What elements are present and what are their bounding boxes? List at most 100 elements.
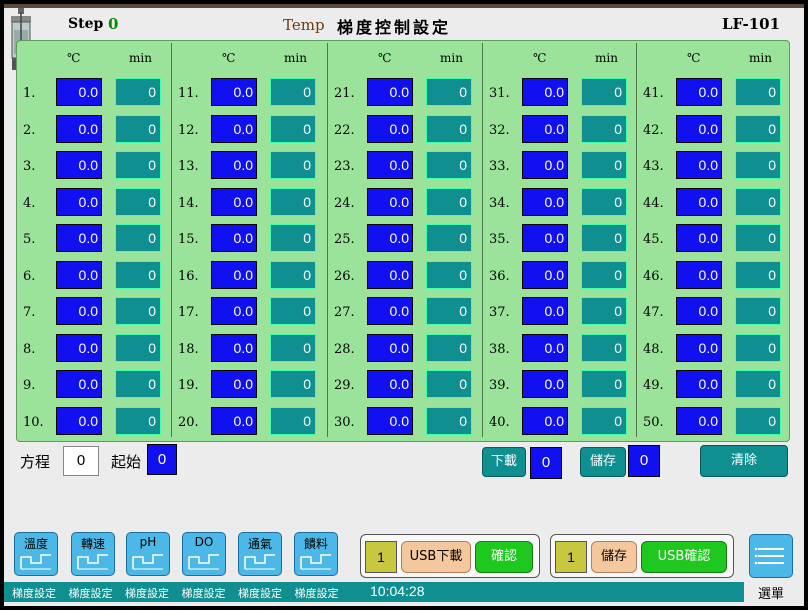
temperature-input[interactable]: 0.0 bbox=[522, 188, 568, 216]
temperature-input[interactable]: 0.0 bbox=[676, 407, 722, 435]
temperature-input[interactable]: 0.0 bbox=[367, 407, 413, 435]
minutes-input[interactable]: 0 bbox=[270, 78, 316, 106]
minutes-input[interactable]: 0 bbox=[735, 407, 781, 435]
temperature-input[interactable]: 0.0 bbox=[56, 334, 102, 362]
temperature-input[interactable]: 0.0 bbox=[522, 261, 568, 289]
minutes-input[interactable]: 0 bbox=[426, 224, 472, 252]
temperature-input[interactable]: 0.0 bbox=[676, 261, 722, 289]
temperature-input[interactable]: 0.0 bbox=[56, 78, 102, 106]
temperature-input[interactable]: 0.0 bbox=[367, 151, 413, 179]
minutes-input[interactable]: 0 bbox=[581, 151, 627, 179]
minutes-input[interactable]: 0 bbox=[581, 188, 627, 216]
temperature-input[interactable]: 0.0 bbox=[211, 407, 257, 435]
status-item[interactable]: 梯度設定 bbox=[295, 585, 339, 601]
minutes-input[interactable]: 0 bbox=[115, 407, 161, 435]
minutes-input[interactable]: 0 bbox=[581, 261, 627, 289]
minutes-input[interactable]: 0 bbox=[270, 261, 316, 289]
minutes-input[interactable]: 0 bbox=[581, 407, 627, 435]
temperature-input[interactable]: 0.0 bbox=[367, 297, 413, 325]
temperature-input[interactable]: 0.0 bbox=[211, 115, 257, 143]
minutes-input[interactable]: 0 bbox=[581, 297, 627, 325]
minutes-input[interactable]: 0 bbox=[115, 370, 161, 398]
temperature-input[interactable]: 0.0 bbox=[211, 297, 257, 325]
usb-download-button[interactable]: USB下載 bbox=[401, 541, 471, 573]
status-item[interactable]: 梯度設定 bbox=[125, 585, 169, 601]
minutes-input[interactable]: 0 bbox=[115, 224, 161, 252]
temperature-input[interactable]: 0.0 bbox=[676, 151, 722, 179]
minutes-input[interactable]: 0 bbox=[581, 370, 627, 398]
save-button[interactable]: 儲存 bbox=[580, 447, 626, 477]
minutes-input[interactable]: 0 bbox=[735, 370, 781, 398]
temperature-input[interactable]: 0.0 bbox=[522, 151, 568, 179]
minutes-input[interactable]: 0 bbox=[115, 297, 161, 325]
temperature-input[interactable]: 0.0 bbox=[522, 78, 568, 106]
nav-button-0[interactable]: 溫度 bbox=[14, 532, 58, 576]
minutes-input[interactable]: 0 bbox=[581, 334, 627, 362]
save-value[interactable]: 0 bbox=[628, 445, 660, 477]
nav-button-3[interactable]: DO bbox=[182, 532, 226, 576]
status-item[interactable]: 梯度設定 bbox=[69, 585, 113, 601]
minutes-input[interactable]: 0 bbox=[581, 115, 627, 143]
temperature-input[interactable]: 0.0 bbox=[676, 115, 722, 143]
minutes-input[interactable]: 0 bbox=[426, 115, 472, 143]
minutes-input[interactable]: 0 bbox=[270, 151, 316, 179]
usb-save-button[interactable]: 儲存 bbox=[591, 541, 637, 573]
minutes-input[interactable]: 0 bbox=[735, 297, 781, 325]
minutes-input[interactable]: 0 bbox=[581, 224, 627, 252]
temperature-input[interactable]: 0.0 bbox=[56, 224, 102, 252]
usb-download-number[interactable]: 1 bbox=[365, 541, 397, 573]
equation-input[interactable]: 0 bbox=[63, 446, 99, 476]
temperature-input[interactable]: 0.0 bbox=[211, 334, 257, 362]
temperature-input[interactable]: 0.0 bbox=[56, 407, 102, 435]
minutes-input[interactable]: 0 bbox=[735, 261, 781, 289]
temperature-input[interactable]: 0.0 bbox=[522, 224, 568, 252]
temperature-input[interactable]: 0.0 bbox=[522, 115, 568, 143]
temperature-input[interactable]: 0.0 bbox=[211, 151, 257, 179]
minutes-input[interactable]: 0 bbox=[426, 334, 472, 362]
temperature-input[interactable]: 0.0 bbox=[676, 297, 722, 325]
menu-button[interactable] bbox=[749, 534, 793, 578]
minutes-input[interactable]: 0 bbox=[735, 188, 781, 216]
minutes-input[interactable]: 0 bbox=[735, 334, 781, 362]
minutes-input[interactable]: 0 bbox=[735, 115, 781, 143]
minutes-input[interactable]: 0 bbox=[270, 297, 316, 325]
minutes-input[interactable]: 0 bbox=[735, 151, 781, 179]
minutes-input[interactable]: 0 bbox=[426, 370, 472, 398]
temperature-input[interactable]: 0.0 bbox=[367, 188, 413, 216]
usb-save-number[interactable]: 1 bbox=[555, 541, 587, 573]
temperature-input[interactable]: 0.0 bbox=[676, 78, 722, 106]
temperature-input[interactable]: 0.0 bbox=[676, 224, 722, 252]
temperature-input[interactable]: 0.0 bbox=[56, 188, 102, 216]
status-item[interactable]: 梯度設定 bbox=[238, 585, 282, 601]
usb-confirm-button[interactable]: USB確認 bbox=[641, 541, 727, 573]
minutes-input[interactable]: 0 bbox=[270, 224, 316, 252]
minutes-input[interactable]: 0 bbox=[270, 370, 316, 398]
temperature-input[interactable]: 0.0 bbox=[522, 334, 568, 362]
status-item[interactable]: 梯度設定 bbox=[182, 585, 226, 601]
temperature-input[interactable]: 0.0 bbox=[56, 297, 102, 325]
temperature-input[interactable]: 0.0 bbox=[367, 334, 413, 362]
download-value[interactable]: 0 bbox=[530, 447, 562, 479]
minutes-input[interactable]: 0 bbox=[426, 188, 472, 216]
temperature-input[interactable]: 0.0 bbox=[56, 261, 102, 289]
temperature-input[interactable]: 0.0 bbox=[56, 115, 102, 143]
usb-download-confirm-button[interactable]: 確認 bbox=[475, 541, 533, 573]
temperature-input[interactable]: 0.0 bbox=[676, 188, 722, 216]
minutes-input[interactable]: 0 bbox=[115, 151, 161, 179]
temperature-input[interactable]: 0.0 bbox=[522, 407, 568, 435]
temperature-input[interactable]: 0.0 bbox=[211, 261, 257, 289]
minutes-input[interactable]: 0 bbox=[270, 188, 316, 216]
nav-button-5[interactable]: 饋料 bbox=[294, 532, 338, 576]
temperature-input[interactable]: 0.0 bbox=[367, 261, 413, 289]
nav-button-1[interactable]: 轉速 bbox=[71, 532, 115, 576]
status-item[interactable]: 梯度設定 bbox=[12, 585, 56, 601]
minutes-input[interactable]: 0 bbox=[735, 224, 781, 252]
nav-button-4[interactable]: 通氣 bbox=[238, 532, 282, 576]
temperature-input[interactable]: 0.0 bbox=[211, 224, 257, 252]
minutes-input[interactable]: 0 bbox=[115, 115, 161, 143]
minutes-input[interactable]: 0 bbox=[270, 115, 316, 143]
temperature-input[interactable]: 0.0 bbox=[676, 370, 722, 398]
download-button[interactable]: 下載 bbox=[482, 447, 526, 477]
temperature-input[interactable]: 0.0 bbox=[56, 370, 102, 398]
minutes-input[interactable]: 0 bbox=[426, 407, 472, 435]
